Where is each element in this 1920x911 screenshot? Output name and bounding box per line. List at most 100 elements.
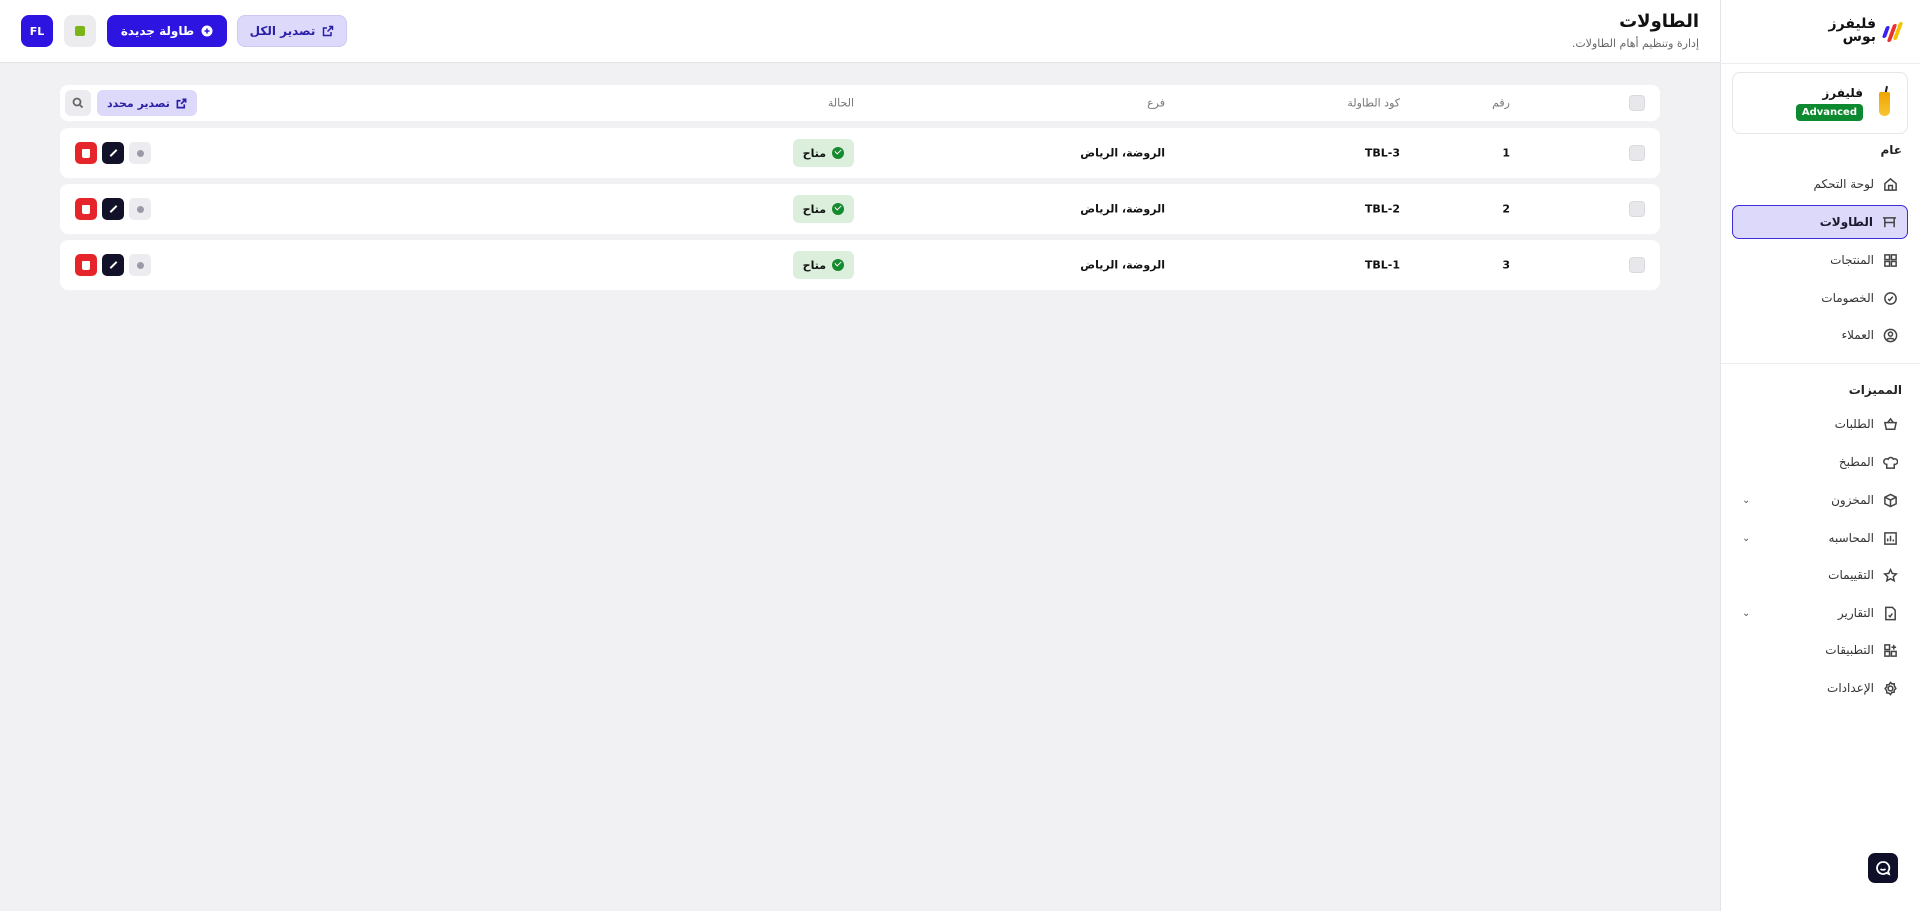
user-circle-icon	[1882, 327, 1898, 343]
external-link-icon	[176, 98, 187, 108]
sidebar-item-label: التطبيقات	[1825, 643, 1874, 657]
sidebar-item-label: التقييمات	[1828, 568, 1874, 582]
plan-badge: Advanced	[1795, 103, 1863, 121]
eye-icon	[136, 261, 144, 269]
sidebar-item-accounting[interactable]: المحاسبه ⌄	[1732, 521, 1908, 555]
sidebar-item-orders[interactable]: الطلبات	[1732, 407, 1908, 441]
avatar[interactable]: FL	[21, 15, 53, 47]
chevron-down-icon[interactable]: ⌄	[1742, 608, 1750, 619]
brand-logo[interactable]: فليفرز بوس	[1828, 14, 1904, 48]
brand-mark-icon	[1881, 20, 1904, 42]
sidebar-item-label: المنتجات	[1830, 253, 1874, 267]
report-icon	[1882, 605, 1898, 621]
apps-icon	[1882, 642, 1898, 658]
delete-button[interactable]	[75, 254, 97, 276]
brand-name: فليفرز بوس	[1828, 16, 1876, 45]
sidebar-item-label: الإعدادات	[1827, 681, 1874, 695]
chat-support-button[interactable]	[1868, 853, 1898, 883]
divider	[1720, 63, 1920, 64]
table-number: 1	[1502, 146, 1510, 160]
sidebar-item-reports[interactable]: التقارير ⌄	[1732, 596, 1908, 630]
row-checkbox[interactable]	[1629, 201, 1645, 217]
sidebar-item-label: المخزون	[1831, 493, 1874, 507]
export-selected-button[interactable]: تصدير محدد	[97, 90, 197, 116]
status-badge: متاح	[792, 195, 854, 223]
sidebar-item-customers[interactable]: العملاء	[1732, 318, 1908, 352]
nav-section-features: المميزات	[1848, 383, 1902, 397]
divider	[1720, 363, 1920, 364]
sidebar-item-kitchen[interactable]: المطبخ	[1732, 445, 1908, 479]
sidebar-item-settings[interactable]: الإعدادات	[1732, 671, 1908, 705]
sidebar-item-label: التقارير	[1837, 606, 1874, 620]
table-branch: الروضة، الرياض	[1080, 146, 1165, 160]
delete-button[interactable]	[75, 198, 97, 220]
trash-icon	[82, 148, 90, 158]
view-button[interactable]	[129, 254, 151, 276]
branch-switch-button[interactable]	[64, 15, 96, 47]
discount-icon	[1882, 290, 1898, 306]
row-actions	[75, 254, 151, 276]
chevron-down-icon[interactable]: ⌄	[1742, 495, 1750, 506]
view-button[interactable]	[129, 142, 151, 164]
status-label: متاح	[802, 258, 826, 272]
sidebar-item-apps[interactable]: التطبيقات	[1732, 633, 1908, 667]
export-all-button[interactable]: تصدير الكل	[237, 15, 347, 47]
table-row[interactable]: 1 TBL-3 الروضة، الرياض متاح	[60, 128, 1660, 178]
column-header-code: كود الطاولة	[1347, 96, 1400, 110]
eye-icon	[136, 149, 144, 157]
check-circle-icon	[832, 259, 844, 271]
sidebar-item-tables[interactable]: الطاولات	[1732, 205, 1908, 239]
view-button[interactable]	[129, 198, 151, 220]
column-header-status: الحالة	[827, 96, 854, 110]
top-header: الطاولات إدارة وتنظيم أهام الطاولات. تصد…	[0, 0, 1720, 63]
export-selected-label: تصدير محدد	[107, 96, 170, 110]
edit-button[interactable]	[102, 198, 124, 220]
pencil-icon	[109, 149, 117, 157]
table-code: TBL-3	[1364, 146, 1400, 160]
sidebar-item-reviews[interactable]: التقييمات	[1732, 558, 1908, 592]
sidebar-item-products[interactable]: المنتجات	[1732, 243, 1908, 277]
sidebar-item-label: الطاولات	[1819, 215, 1873, 229]
new-table-button[interactable]: طاولة جديدة	[107, 15, 227, 47]
table-code: TBL-2	[1364, 202, 1400, 216]
edit-button[interactable]	[102, 254, 124, 276]
status-badge: متاح	[792, 251, 854, 279]
table-icon	[1881, 214, 1897, 230]
external-link-icon	[323, 25, 334, 37]
restaurant-profile-card[interactable]: فليفرز Advanced	[1732, 72, 1908, 134]
sidebar-item-dashboard[interactable]: لوحة التحكم	[1732, 167, 1908, 201]
table-branch: الروضة، الرياض	[1080, 258, 1165, 272]
drink-icon	[1873, 85, 1897, 120]
sidebar-item-inventory[interactable]: المخزون ⌄	[1732, 483, 1908, 517]
chart-icon	[1882, 530, 1898, 546]
table-row[interactable]: 3 TBL-1 الروضة، الرياض متاح	[60, 240, 1660, 290]
settings-icon	[1882, 680, 1898, 696]
table-code: TBL-1	[1364, 258, 1400, 272]
check-circle-icon	[832, 147, 844, 159]
table-tools: تصدير محدد	[65, 90, 197, 116]
sidebar-item-label: المطبخ	[1838, 455, 1874, 469]
check-circle-icon	[832, 203, 844, 215]
row-checkbox[interactable]	[1629, 145, 1645, 161]
chat-icon	[1876, 861, 1891, 876]
pencil-icon	[109, 205, 117, 213]
delete-button[interactable]	[75, 142, 97, 164]
search-button[interactable]	[65, 90, 91, 116]
row-checkbox[interactable]	[1629, 257, 1645, 273]
sidebar-item-discounts[interactable]: الخصومات	[1732, 281, 1908, 315]
basket-icon	[1882, 416, 1898, 432]
home-icon	[1882, 176, 1898, 192]
column-header-branch: فرع	[1147, 96, 1165, 110]
new-table-label: طاولة جديدة	[120, 24, 195, 38]
trash-icon	[82, 204, 90, 214]
chevron-down-icon[interactable]: ⌄	[1742, 533, 1750, 544]
status-badge: متاح	[792, 139, 854, 167]
table-number: 3	[1502, 258, 1510, 272]
edit-button[interactable]	[102, 142, 124, 164]
select-all-checkbox[interactable]	[1629, 95, 1645, 111]
plus-circle-icon	[201, 25, 213, 37]
column-header-number: رقم	[1492, 96, 1510, 110]
sidebar-item-label: المحاسبه	[1828, 531, 1874, 545]
row-actions	[75, 142, 151, 164]
table-row[interactable]: 2 TBL-2 الروضة، الرياض متاح	[60, 184, 1660, 234]
